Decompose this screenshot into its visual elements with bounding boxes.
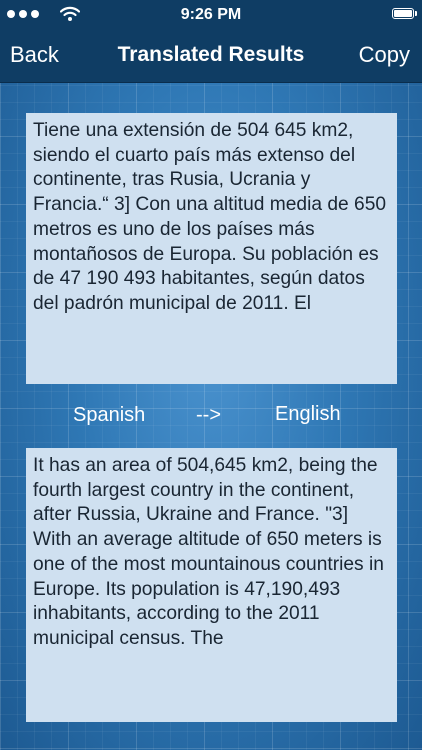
navigation-bar: Back Translated Results Copy bbox=[0, 30, 422, 83]
status-bar: 9:26 PM bbox=[0, 0, 422, 30]
source-text: Tiene una extensión de 504 645 km2, sien… bbox=[33, 120, 387, 314]
back-button[interactable]: Back bbox=[10, 42, 59, 68]
translated-text-panel[interactable]: It has an area of 504,645 km2, being the… bbox=[26, 448, 397, 722]
target-language-button[interactable]: English bbox=[275, 403, 341, 426]
source-language-button[interactable]: Spanish bbox=[73, 404, 145, 427]
battery-icon bbox=[392, 8, 417, 19]
language-selector-row: Spanish --> English bbox=[0, 402, 422, 432]
translation-direction-arrow: --> bbox=[196, 404, 221, 426]
copy-button[interactable]: Copy bbox=[359, 42, 410, 68]
source-text-panel[interactable]: Tiene una extensión de 504 645 km2, sien… bbox=[26, 113, 397, 384]
translated-text: It has an area of 504,645 km2, being the… bbox=[33, 455, 384, 649]
status-time: 9:26 PM bbox=[180, 6, 242, 23]
